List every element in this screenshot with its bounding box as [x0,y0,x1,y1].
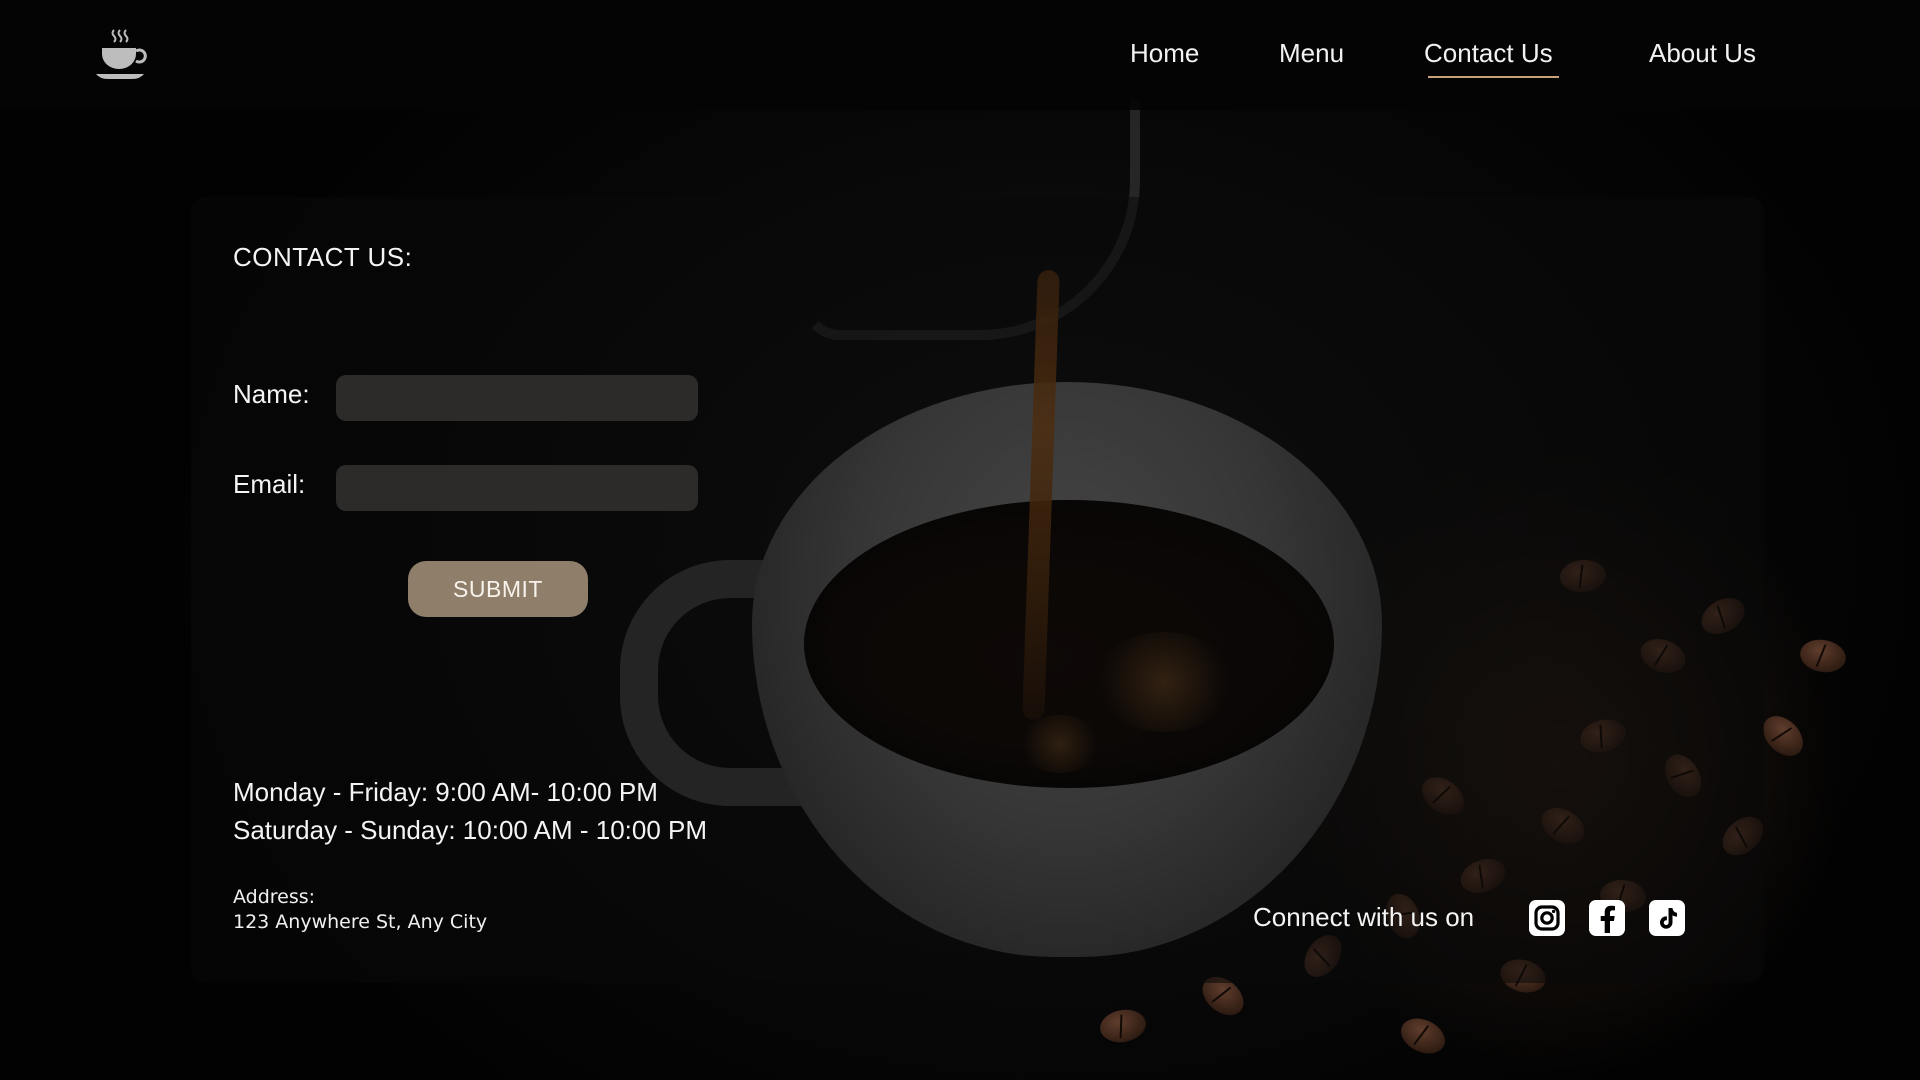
address-value: 123 Anywhere St, Any City [233,911,488,933]
active-nav-underline [1428,76,1559,78]
panel-title: CONTACT US: [233,242,413,272]
coffee-bean [1395,1011,1451,1061]
tiktok-icon[interactable] [1649,900,1685,936]
opening-hours: Monday - Friday: 9:00 AM- 10:00 PM Satur… [233,773,707,849]
hours-weekday: Monday - Friday: 9:00 AM- 10:00 PM [233,777,658,807]
top-navigation-bar: Home Menu Contact Us About Us [0,0,1920,110]
name-label: Name: [233,379,310,409]
connect-text: Connect with us on [1253,902,1475,932]
contact-panel: CONTACT US: Name: Email: SUBMIT Monday -… [191,197,1764,983]
contact-page: Home Menu Contact Us About Us CONTACT US… [0,0,1920,1080]
nav-menu-link[interactable]: Menu [1279,38,1344,69]
email-input[interactable] [336,465,698,511]
nav-contact-link[interactable]: Contact Us [1424,38,1553,69]
coffee-bean [1797,636,1849,676]
address-block: Address: 123 Anywhere St, Any City [233,885,487,935]
facebook-icon[interactable] [1589,900,1625,936]
coffee-bean [1097,1006,1149,1046]
hours-weekend: Saturday - Sunday: 10:00 AM - 10:00 PM [233,815,708,845]
nav-about-link[interactable]: About Us [1649,38,1756,69]
coffee-cup-icon[interactable] [92,26,148,82]
address-label: Address: [233,886,316,908]
email-label: Email: [233,469,306,499]
submit-button[interactable]: SUBMIT [408,561,588,617]
name-input[interactable] [336,375,698,421]
nav-home-link[interactable]: Home [1130,38,1199,69]
instagram-icon[interactable] [1529,900,1565,936]
